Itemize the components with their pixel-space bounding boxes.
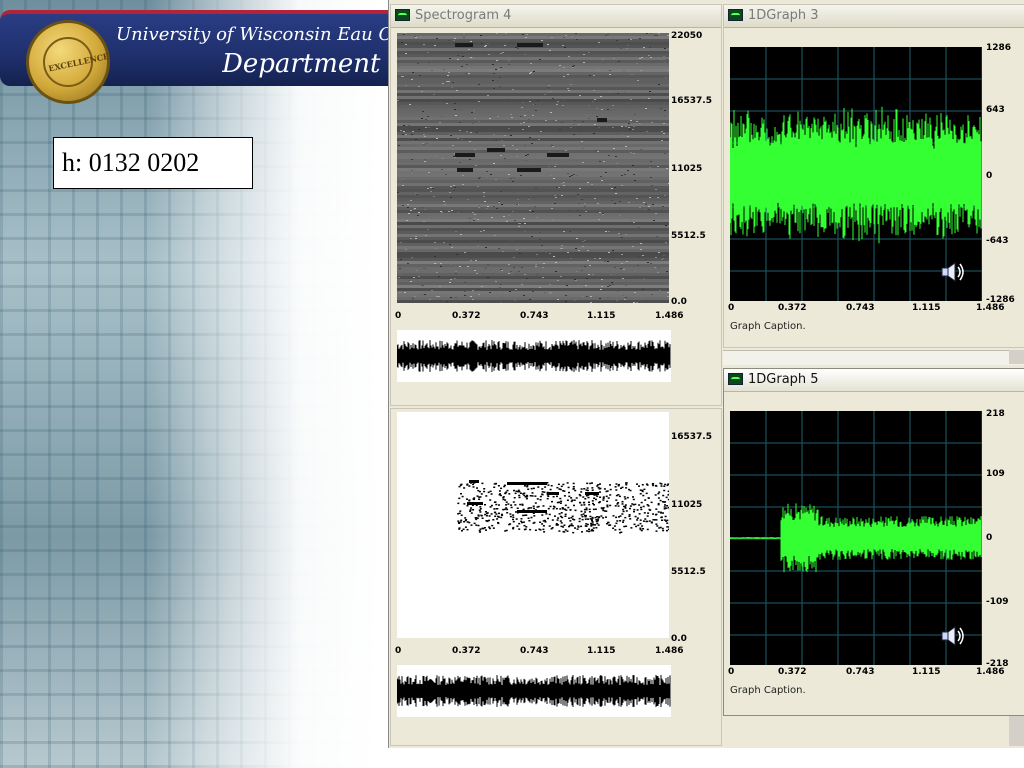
graph3-window[interactable]: 1DGraph 3 1286 643 0 -643 -1286 0 0.372 … <box>723 4 1024 348</box>
graph-window-icon <box>395 9 410 21</box>
freq-tick: 5512.5 <box>671 567 706 577</box>
x-tick: 1.115 <box>912 303 940 313</box>
banner-title: University of Wisconsin Eau Claire <box>116 24 388 45</box>
university-banner: EXCELLENCE University of Wisconsin Eau C… <box>0 10 390 86</box>
x-tick: 0.743 <box>846 667 874 677</box>
university-seal-icon: EXCELLENCE <box>26 20 110 104</box>
time-tick: 1.115 <box>587 646 615 656</box>
graph5-x-axis: 0 0.372 0.743 1.115 1.486 <box>730 667 1024 679</box>
x-tick: 1.486 <box>976 667 1004 677</box>
graph3-titlebar[interactable]: 1DGraph 3 <box>724 5 1024 28</box>
freq-tick: 5512.5 <box>671 231 706 241</box>
spectrogram-time-axis: 0 0.372 0.743 1.115 1.486 <box>397 311 687 323</box>
y-tick: 0 <box>986 171 992 181</box>
filtered-waveform-strip <box>397 665 671 717</box>
y-tick: 643 <box>986 105 1005 115</box>
spectrogram-freq-axis: 22050 16537.5 11025 5512.5 0.0 <box>671 33 723 313</box>
filtered-spectrogram-window[interactable]: 16537.5 11025 5512.5 0.0 0 0.372 0.743 1… <box>390 408 722 746</box>
time-tick: 0.372 <box>452 646 480 656</box>
waveform-strip-image <box>397 330 671 382</box>
time-tick: 0.743 <box>520 311 548 321</box>
seal-ring: EXCELLENCE <box>43 37 93 87</box>
graph5-y-axis: 218 109 0 -109 -218 <box>986 409 1024 679</box>
seal-text: EXCELLENCE <box>47 55 92 74</box>
x-tick: 0.372 <box>778 303 806 313</box>
hash-label: h: 0132 0202 <box>53 137 253 189</box>
time-tick: 0.372 <box>452 311 480 321</box>
y-tick: 1286 <box>986 43 1011 53</box>
graph-window-icon <box>728 373 743 385</box>
x-tick: 0 <box>728 303 734 313</box>
x-tick: 1.486 <box>976 303 1004 313</box>
graph5-title: 1DGraph 5 <box>748 372 819 387</box>
waveform-strip-image <box>397 665 671 717</box>
banner-subtitle: Department <box>222 49 388 79</box>
spectrogram-image <box>397 33 669 303</box>
graph3-y-axis: 1286 643 0 -643 -1286 <box>986 43 1024 313</box>
x-tick: 0.743 <box>846 303 874 313</box>
x-tick: 1.115 <box>912 667 940 677</box>
graph-window-icon <box>728 9 743 21</box>
graph3-x-axis: 0 0.372 0.743 1.115 1.486 <box>730 303 1024 315</box>
freq-tick: 11025 <box>671 164 702 174</box>
graph5-caption: Graph Caption. <box>730 685 806 696</box>
vertical-scrollbar[interactable] <box>1009 350 1024 364</box>
time-tick: 1.486 <box>655 311 683 321</box>
freq-tick: 11025 <box>671 500 702 510</box>
y-tick: 109 <box>986 469 1005 479</box>
y-tick: -643 <box>986 236 1009 246</box>
y-tick: 218 <box>986 409 1005 419</box>
spectrogram-titlebar[interactable]: Spectrogram 4 <box>391 5 721 28</box>
time-tick: 1.115 <box>587 311 615 321</box>
freq-tick: 0.0 <box>671 297 687 307</box>
speaker-icon[interactable] <box>940 261 966 283</box>
spectrogram-title: Spectrogram 4 <box>415 8 511 23</box>
x-tick: 0 <box>728 667 734 677</box>
filtered-spectrogram-image <box>397 412 669 638</box>
freq-tick: 16537.5 <box>671 432 712 442</box>
graph3-title: 1DGraph 3 <box>748 8 819 23</box>
y-tick: -109 <box>986 597 1009 607</box>
filtered-time-axis: 0 0.372 0.743 1.115 1.486 <box>397 646 687 658</box>
time-tick: 0.743 <box>520 646 548 656</box>
filtered-canvas[interactable] <box>397 412 669 638</box>
spectrogram-canvas[interactable] <box>397 33 669 303</box>
hidden-window-strip <box>723 350 1024 365</box>
speaker-icon[interactable] <box>940 625 966 647</box>
x-tick: 0.372 <box>778 667 806 677</box>
time-tick: 0 <box>395 311 401 321</box>
filtered-freq-axis: 16537.5 11025 5512.5 0.0 <box>671 412 723 652</box>
y-tick: 0 <box>986 533 992 543</box>
graph5-titlebar[interactable]: 1DGraph 5 <box>724 369 1024 392</box>
graph5-window[interactable]: 1DGraph 5 218 109 0 -109 -218 0 0.372 0.… <box>723 368 1024 716</box>
freq-tick: 16537.5 <box>671 96 712 106</box>
freq-tick: 22050 <box>671 31 702 41</box>
spectrogram-waveform-strip <box>397 330 671 382</box>
vertical-scrollbar[interactable] <box>1009 716 1024 746</box>
freq-tick: 0.0 <box>671 634 687 644</box>
graph3-caption: Graph Caption. <box>730 321 806 332</box>
time-tick: 1.486 <box>655 646 683 656</box>
spectrogram-window[interactable]: Spectrogram 4 22050 16537.5 11025 5512.5… <box>390 4 722 406</box>
analysis-app: Spectrogram 4 22050 16537.5 11025 5512.5… <box>388 0 1024 748</box>
time-tick: 0 <box>395 646 401 656</box>
